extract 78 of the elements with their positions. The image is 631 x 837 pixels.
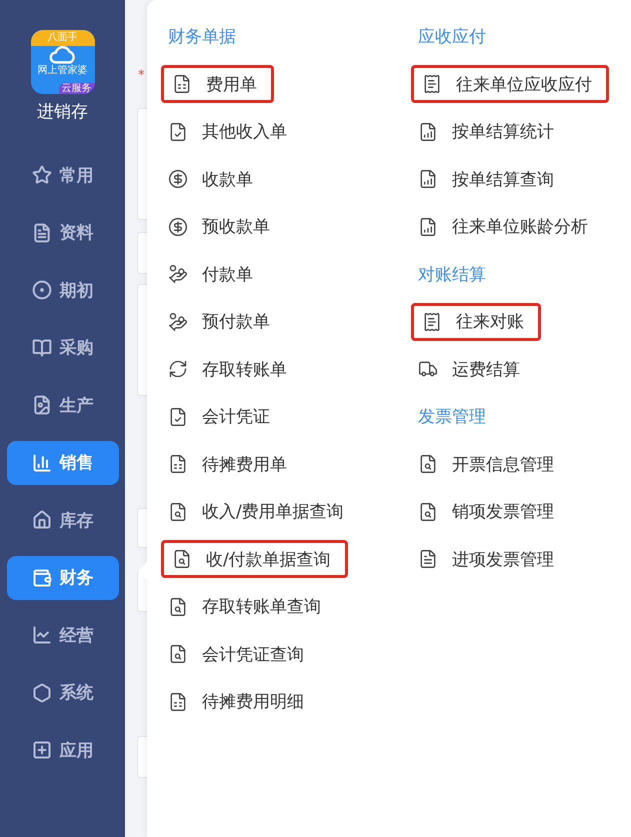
star-icon [32,165,52,185]
sidebar-item[interactable]: 期初 [6,268,118,312]
menu-item[interactable]: 销项发票管理 [418,492,554,531]
menu-item[interactable]: 开票信息管理 [418,445,554,484]
sidebar-item[interactable]: 资料 [6,210,118,254]
sidebar-item[interactable]: 销售 [6,440,118,484]
sidebar-item[interactable]: 财务 [6,556,118,600]
document-icon [32,395,52,415]
menu-item[interactable]: 进项发票管理 [418,540,554,578]
menu-item[interactable]: 按单结算查询 [418,160,554,198]
menu-item[interactable]: 预付款单 [168,302,270,341]
coin-icon [168,169,188,190]
document-icon [418,549,438,570]
menu-item[interactable]: 待摊费用单 [168,445,287,484]
logo-ribbon: 云服务 [58,83,94,94]
section-heading: 应收应付 [417,26,487,50]
section-heading: 对账结算 [417,264,487,287]
receipt-icon [168,692,188,712]
menu-item[interactable]: 存取转账单 [168,350,287,388]
menu-item[interactable]: 存取转账单查询 [168,588,321,626]
exchange-icon [168,359,188,380]
document-icon [32,222,52,242]
document-search-icon [168,644,188,664]
wallet-icon [32,568,52,588]
hand-icon [168,264,188,284]
sidebar-item[interactable]: 库存 [6,498,118,542]
house-icon [32,510,52,530]
sidebar-item[interactable]: 生产 [6,383,118,427]
menu-item[interactable]: 往来单位账龄分析 [418,208,588,246]
plus-icon [32,740,52,760]
report-icon [418,169,438,190]
document-search-icon [418,502,438,522]
menu-item[interactable]: 预收款单 [168,208,270,246]
menu-item[interactable]: 待摊费用明细 [168,682,304,721]
document-search-icon [418,454,438,474]
menu-item[interactable]: 会计凭证 [168,398,270,436]
coin-icon [168,216,188,237]
report-icon [418,122,438,142]
document-icon [168,406,188,427]
required-mark: * [138,68,144,83]
hexagon-icon [32,682,52,702]
menu-item[interactable]: 收款单 [168,160,253,198]
menu-item[interactable]: 收入/费用单据查询 [168,492,344,531]
sidebar-item[interactable]: 系统 [6,670,118,714]
target-icon [32,280,52,300]
menu-item[interactable]: 付款单 [168,255,253,294]
book-icon [32,338,52,358]
sidebar-item[interactable]: 采购 [6,326,118,370]
truck-icon [418,359,438,380]
hand-icon [168,312,188,332]
section-heading: 财务单据 [167,26,237,50]
sidebar-item[interactable]: 应用 [6,728,118,772]
menu-item[interactable]: 其他收入单 [168,112,287,151]
cloud-icon [48,46,76,64]
document-icon [422,312,442,332]
line-chart-icon [32,625,52,645]
sidebar-item[interactable]: 常用 [6,153,118,197]
menu-item[interactable]: 收/付款单据查询 [161,540,348,578]
logo-caption: 网上管家婆 [38,65,88,76]
menu-item[interactable]: 往来单位应收应付 [411,65,609,104]
menu-item[interactable]: 按单结算统计 [418,112,554,151]
section-heading: 发票管理 [417,406,487,430]
document-icon [168,122,188,142]
bar-chart-icon [32,452,52,472]
sidebar-item[interactable]: 经营 [6,613,118,657]
app-name: 进销存 [37,101,88,123]
receipt-icon [168,454,188,474]
report-icon [418,216,438,237]
menu-item[interactable]: 会计凭证查询 [168,635,304,674]
document-search-icon [168,502,188,522]
document-search-icon [172,549,192,570]
menu-item[interactable]: 运费结算 [418,350,520,388]
receipt-icon [172,74,192,94]
logo-band-text: 八面手 [30,30,94,46]
document-search-icon [168,596,188,617]
document-icon [422,74,442,94]
menu-item[interactable]: 费用单 [161,65,274,104]
menu-item[interactable]: 往来对账 [411,302,541,341]
